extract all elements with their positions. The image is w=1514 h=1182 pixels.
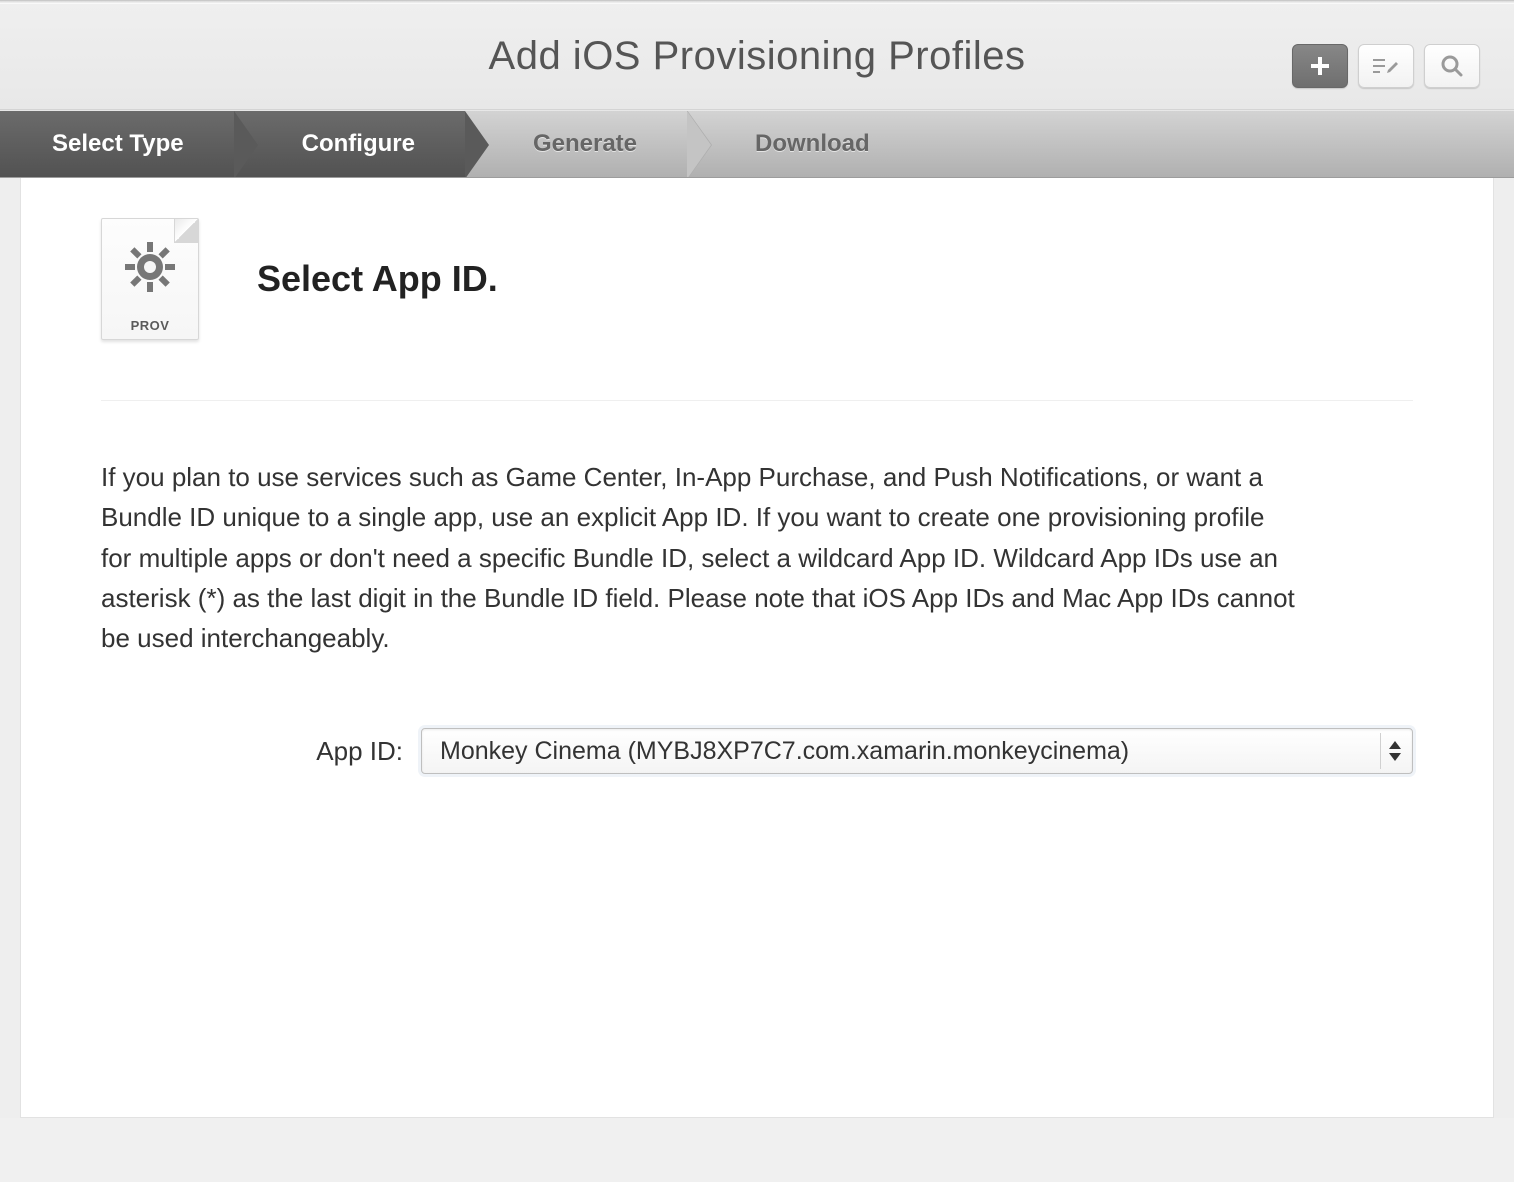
select-caret-icon	[1380, 733, 1408, 769]
header-actions	[1292, 44, 1480, 88]
step-generate[interactable]: Generate	[465, 111, 687, 177]
app-id-select[interactable]: Monkey Cinema (MYBJ8XP7C7.com.xamarin.mo…	[421, 728, 1413, 774]
step-select-type[interactable]: Select Type	[0, 111, 234, 177]
app-id-label: App ID:	[101, 736, 421, 767]
step-label: Generate	[533, 130, 637, 158]
step-label: Configure	[302, 130, 415, 158]
step-label: Download	[755, 130, 870, 158]
wizard-steps: Select Type Configure Generate Download	[0, 110, 1514, 178]
plus-icon	[1310, 56, 1330, 76]
search-button[interactable]	[1424, 44, 1480, 88]
app-id-selected-value: Monkey Cinema (MYBJ8XP7C7.com.xamarin.mo…	[440, 737, 1129, 766]
edit-list-icon	[1372, 56, 1400, 76]
file-icon-caption: PROV	[102, 318, 198, 333]
page-title: Add iOS Provisioning Profiles	[30, 34, 1484, 79]
add-button[interactable]	[1292, 44, 1348, 88]
step-download[interactable]: Download	[687, 111, 920, 177]
main-panel: PROV Select App ID. If you plan to use s…	[20, 178, 1494, 1118]
step-configure[interactable]: Configure	[234, 111, 465, 177]
provisioning-file-icon: PROV	[101, 218, 199, 340]
app-id-row: App ID: Monkey Cinema (MYBJ8XP7C7.com.xa…	[101, 728, 1413, 774]
step-label: Select Type	[52, 130, 184, 158]
page-header: Add iOS Provisioning Profiles	[0, 4, 1514, 110]
edit-button[interactable]	[1358, 44, 1414, 88]
gear-icon	[123, 240, 177, 294]
section-description: If you plan to use services such as Game…	[101, 457, 1301, 658]
section-title: Select App ID.	[257, 258, 498, 300]
search-icon	[1441, 55, 1463, 77]
